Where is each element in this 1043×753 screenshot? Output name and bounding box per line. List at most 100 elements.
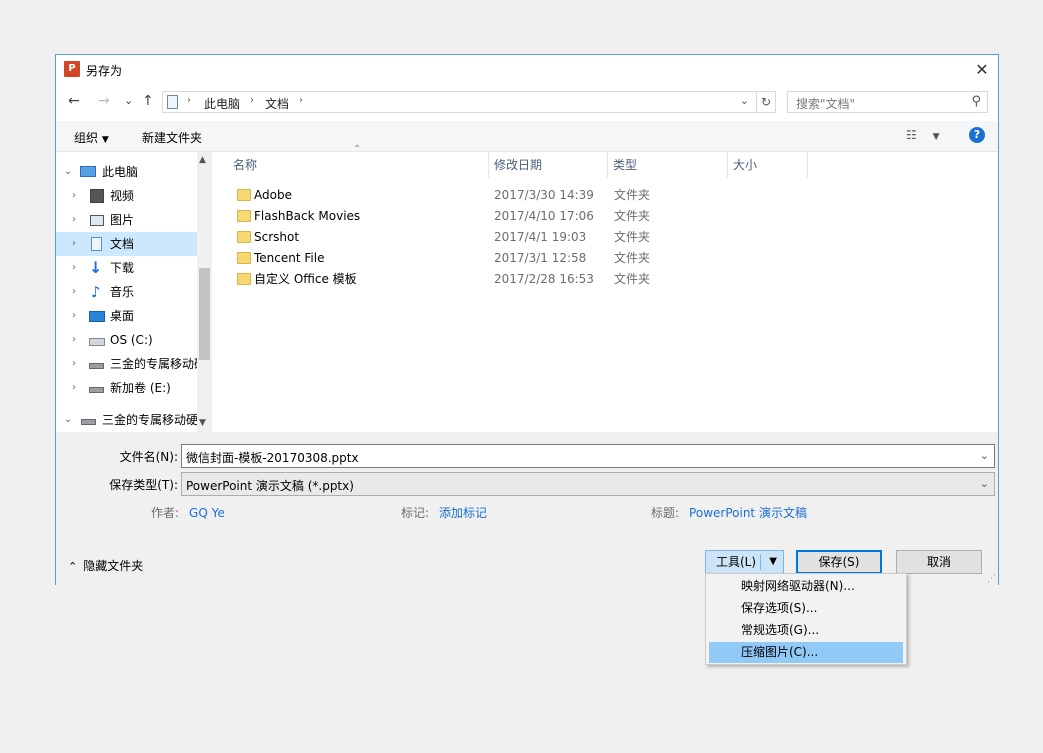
sidebar-item-label: 音乐 — [110, 285, 135, 299]
filename-value: 微信封面-模板-20170308.pptx — [186, 451, 359, 465]
search-input[interactable]: 搜索"文档" ⚲ — [787, 91, 988, 113]
navigation-scrollbar-thumb[interactable] — [199, 268, 210, 360]
sidebar-item-os-c[interactable]: › OS (C:) — [56, 328, 197, 352]
refresh-button[interactable]: ↻ — [756, 91, 776, 113]
search-icon: ⚲ — [971, 94, 981, 109]
tools-button[interactable]: 工具(L) ▼ — [705, 550, 784, 574]
file-row-office-templates[interactable]: 自定义 Office 模板 2017/2/28 16:53 文件夹 — [229, 269, 669, 290]
file-list: ⌃ 名称 修改日期 类型 大小 Adobe 2017/3/30 14:39 文件… — [213, 144, 999, 432]
file-type: 文件夹 — [614, 272, 651, 286]
sidebar-item-desktop[interactable]: › 桌面 — [56, 304, 197, 328]
help-button[interactable]: ? — [969, 127, 985, 143]
sidebar-item-label: 文档 — [110, 237, 135, 251]
file-row-tencent-file[interactable]: Tencent File 2017/3/1 12:58 文件夹 — [229, 248, 669, 269]
chevron-down-icon[interactable]: ▼ — [769, 551, 777, 573]
file-name: FlashBack Movies — [254, 209, 361, 223]
file-modified: 2017/4/1 19:03 — [494, 230, 587, 244]
breadcrumb-documents[interactable]: 文档 — [265, 95, 289, 112]
navigation-row: ← → ⌄ ↑ › 此电脑 › 文档 › ⌄ ↻ 搜索"文档" ⚲ — [56, 89, 998, 115]
save-type-select[interactable]: PowerPoint 演示文稿 (*.pptx) ⌄ — [181, 472, 995, 496]
forward-button[interactable]: → — [98, 93, 110, 109]
sidebar-item-label: 新加卷 (E:) — [110, 381, 171, 395]
collapsed-chevron-icon: › — [72, 190, 76, 201]
organize-button[interactable]: 组织 ▼ — [74, 129, 109, 146]
sidebar-item-music[interactable]: › ♪ 音乐 — [56, 280, 197, 304]
sort-ascending-icon: ⌃ — [353, 144, 362, 155]
sidebar-item-downloads[interactable]: › ↓ 下载 — [56, 256, 197, 280]
resize-grip-icon[interactable]: ⋰ — [987, 574, 996, 584]
tags-meta: 标记: 添加标记 — [401, 504, 487, 521]
collapsed-chevron-icon: › — [72, 382, 76, 393]
title-value[interactable]: PowerPoint 演示文稿 — [689, 506, 807, 520]
address-dropdown-icon[interactable]: ⌄ — [740, 94, 749, 107]
file-modified: 2017/3/1 12:58 — [494, 251, 587, 265]
title-meta: 标题: PowerPoint 演示文稿 — [651, 504, 807, 521]
collapsed-chevron-icon: › — [72, 310, 76, 321]
filename-field[interactable]: 微信封面-模板-20170308.pptx ⌄ — [181, 444, 995, 468]
file-row-adobe[interactable]: Adobe 2017/3/30 14:39 文件夹 — [229, 185, 669, 206]
hide-folders-button[interactable]: ⌃ 隐藏文件夹 — [68, 557, 143, 574]
chevron-right-icon: › — [299, 95, 303, 106]
close-icon: ✕ — [975, 60, 989, 79]
collapsed-chevron-icon: › — [72, 286, 76, 297]
help-icon: ? — [973, 128, 981, 141]
sidebar-item-label: 三金的专属移动硬 — [102, 413, 197, 427]
file-name: 自定义 Office 模板 — [254, 272, 357, 286]
close-button[interactable]: ✕ — [966, 55, 998, 85]
chevron-down-icon: ▼ — [932, 132, 940, 142]
video-icon — [90, 189, 104, 203]
breadcrumb-this-pc[interactable]: 此电脑 — [204, 95, 240, 112]
recent-locations-button[interactable]: ⌄ — [124, 94, 133, 107]
os-drive-icon — [89, 338, 105, 346]
file-row-scrshot[interactable]: Scrshot 2017/4/1 19:03 文件夹 — [229, 227, 669, 248]
sidebar-item-documents[interactable]: › 文档 — [56, 232, 197, 256]
desktop-icon — [89, 311, 105, 322]
file-row-flashback-movies[interactable]: FlashBack Movies 2017/4/10 17:06 文件夹 — [229, 206, 669, 227]
menu-item-save-options[interactable]: 保存选项(S)... — [709, 598, 903, 619]
save-type-label: 保存类型(T): — [109, 478, 178, 492]
sidebar-item-label: 下载 — [110, 261, 135, 275]
chevron-down-icon: ⌄ — [979, 477, 989, 490]
chevron-down-icon[interactable]: ⌄ — [980, 449, 989, 462]
collapsed-chevron-icon: › — [72, 214, 76, 225]
up-button[interactable]: ↑ — [142, 93, 154, 109]
sidebar-item-label: 三金的专属移动硬 — [110, 357, 197, 371]
sidebar-item-removable-drive[interactable]: › 三金的专属移动硬 — [56, 352, 197, 376]
sidebar-item-label: 桌面 — [110, 309, 135, 323]
sidebar-item-this-pc[interactable]: ⌄ 此电脑 — [56, 160, 197, 184]
folder-icon — [237, 231, 251, 243]
cancel-button[interactable]: 取消 — [896, 550, 982, 574]
column-header-modified[interactable]: 修改日期 — [494, 152, 542, 178]
column-header-name[interactable]: 名称 — [233, 152, 257, 178]
sidebar-item-volume-e[interactable]: › 新加卷 (E:) — [56, 376, 197, 400]
sidebar-item-label: OS (C:) — [110, 333, 153, 347]
save-as-dialog: P 另存为 ✕ ← → ⌄ ↑ › 此电脑 › 文档 › ⌄ ↻ 搜索"文档" … — [55, 54, 999, 586]
view-options-button[interactable]: ☷ ▼ — [906, 128, 940, 142]
column-header-size[interactable]: 大小 — [733, 152, 757, 178]
command-bar: 组织 ▼ 新建文件夹 ☷ ▼ ? — [56, 121, 998, 152]
column-header-type[interactable]: 类型 — [613, 152, 637, 178]
window-title: 另存为 — [86, 64, 123, 78]
tags-value[interactable]: 添加标记 — [439, 506, 487, 520]
chevron-down-icon: ▼ — [101, 135, 109, 145]
new-folder-button[interactable]: 新建文件夹 — [142, 129, 202, 146]
sidebar-item-videos[interactable]: › 视频 — [56, 184, 197, 208]
sidebar-item-removable-drive-root[interactable]: ⌄ 三金的专属移动硬 — [56, 408, 197, 432]
scroll-down-icon[interactable]: ▼ — [199, 418, 206, 428]
address-bar[interactable]: › 此电脑 › 文档 › ⌄ — [162, 91, 776, 113]
scroll-up-icon[interactable]: ▲ — [199, 155, 206, 165]
menu-item-map-network-drive[interactable]: 映射网络驱动器(N)... — [709, 576, 903, 597]
file-modified: 2017/3/30 14:39 — [494, 188, 594, 202]
tools-label: 工具(L) — [716, 555, 757, 569]
author-value[interactable]: GQ Ye — [189, 506, 225, 520]
file-modified: 2017/4/10 17:06 — [494, 209, 594, 223]
pictures-icon — [90, 215, 104, 226]
sidebar-item-pictures[interactable]: › 图片 — [56, 208, 197, 232]
menu-item-compress-pictures[interactable]: 压缩图片(C)... — [709, 642, 903, 663]
music-icon: ♪ — [91, 283, 101, 301]
sidebar-item-label: 此电脑 — [102, 165, 139, 179]
split-divider — [760, 554, 761, 570]
save-button[interactable]: 保存(S) — [796, 550, 882, 574]
back-button[interactable]: ← — [68, 93, 80, 109]
menu-item-general-options[interactable]: 常规选项(G)... — [709, 620, 903, 641]
